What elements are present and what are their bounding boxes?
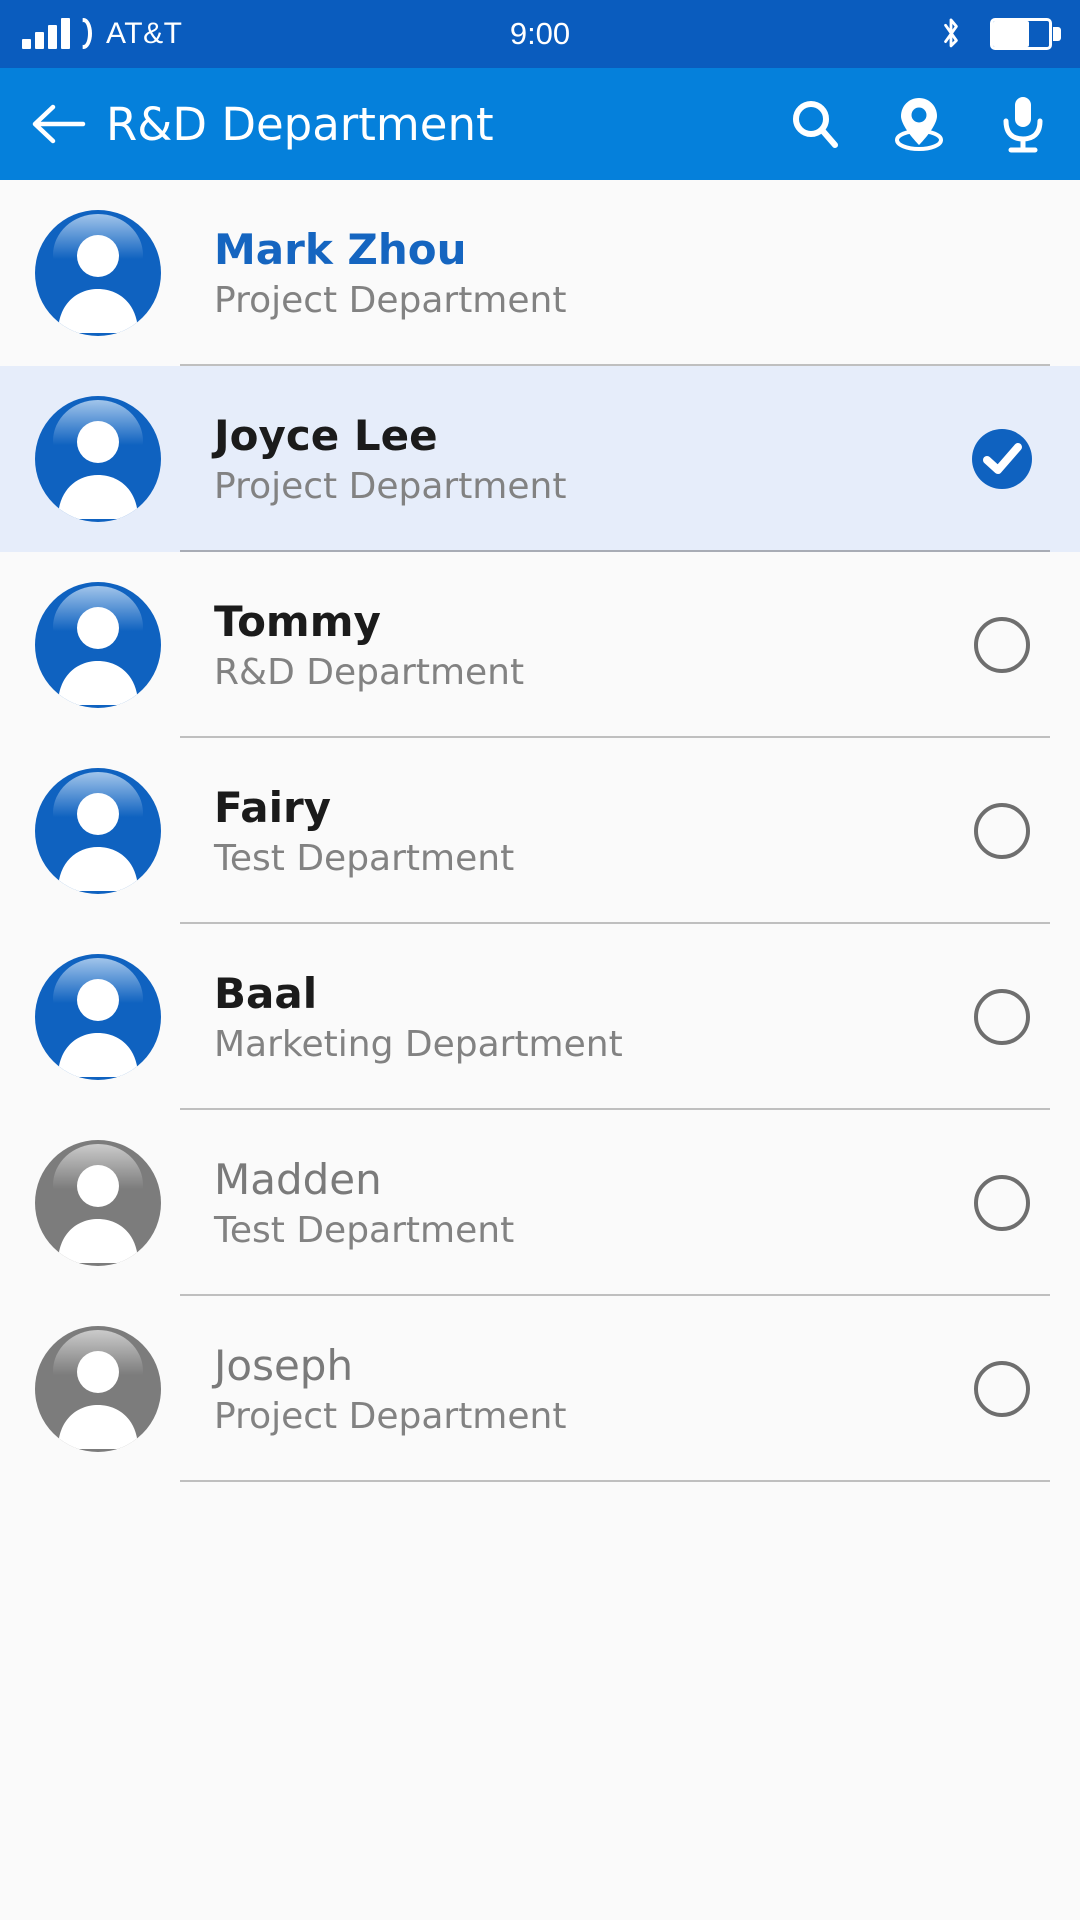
contact-row[interactable]: Joyce Lee Project Department (0, 366, 1080, 552)
contact-row[interactable]: Baal Marketing Department (0, 924, 1080, 1110)
page-title: R&D Department (106, 97, 494, 151)
app-bar: R&D Department (0, 68, 1080, 180)
contact-department: Test Department (214, 837, 515, 879)
selection-checkbox-checked[interactable] (970, 427, 1034, 491)
contact-department: Marketing Department (214, 1023, 623, 1065)
avatar (34, 209, 162, 337)
avatar-image (35, 1140, 161, 1266)
avatar (34, 581, 162, 709)
avatar-image (35, 768, 161, 894)
voice-button[interactable] (992, 93, 1054, 155)
contact-name: Madden (214, 1154, 382, 1204)
contact-text: Joseph Project Department (214, 1342, 970, 1437)
contact-name: Mark Zhou (214, 224, 467, 274)
empty-circle-icon (974, 803, 1030, 859)
back-arrow-icon (32, 104, 86, 144)
battery-icon (990, 18, 1061, 50)
contact-text: Fairy Test Department (214, 784, 970, 879)
avatar-image (35, 210, 161, 336)
contact-name: Joyce Lee (214, 410, 438, 460)
check-circle-icon (972, 429, 1032, 489)
contact-department: R&D Department (214, 651, 525, 693)
contact-row[interactable]: Joseph Project Department (0, 1296, 1080, 1482)
contact-department: Project Department (214, 279, 567, 321)
selection-checkbox-unchecked[interactable] (970, 799, 1034, 863)
contact-text: Tommy R&D Department (214, 598, 970, 693)
contact-name: Joseph (214, 1340, 354, 1390)
avatar-image (35, 396, 161, 522)
avatar (34, 953, 162, 1081)
search-icon (793, 101, 838, 148)
avatar-image (35, 1326, 161, 1452)
microphone-icon (1003, 97, 1043, 153)
empty-circle-icon (974, 1361, 1030, 1417)
contact-name: Tommy (214, 596, 381, 646)
avatar (34, 1325, 162, 1453)
contact-name: Baal (214, 968, 318, 1018)
back-button[interactable] (28, 93, 90, 155)
status-bar-clock: 9:00 (509, 16, 571, 51)
contact-text: Mark Zhou Project Department (214, 226, 970, 321)
contact-department: Project Department (214, 1395, 567, 1437)
empty-circle-icon (974, 989, 1030, 1045)
location-pin-icon (895, 98, 943, 151)
avatar (34, 395, 162, 523)
selection-checkbox-unchecked[interactable] (970, 985, 1034, 1049)
contact-department: Project Department (214, 465, 567, 507)
avatar (34, 1139, 162, 1267)
contact-list: Mark Zhou Project Department Joyce Lee Pro… (0, 180, 1080, 1482)
empty-circle-icon (974, 617, 1030, 673)
app-screen: AT&T 9:00 R&D Department Mark Zhou Proje… (0, 0, 1080, 1920)
contact-row[interactable]: Madden Test Department (0, 1110, 1080, 1296)
location-button[interactable] (888, 93, 950, 155)
selection-checkbox-unchecked[interactable] (970, 613, 1034, 677)
contact-text: Joyce Lee Project Department (214, 412, 970, 507)
avatar-image (35, 582, 161, 708)
avatar-image (35, 954, 161, 1080)
selection-checkbox-unchecked[interactable] (970, 1171, 1034, 1235)
contact-department: Test Department (214, 1209, 515, 1251)
contact-name: Fairy (214, 782, 332, 832)
contact-row[interactable]: Mark Zhou Project Department (0, 180, 1080, 366)
status-bar: AT&T 9:00 (0, 0, 1080, 68)
row-divider (180, 1480, 1050, 1482)
contact-text: Baal Marketing Department (214, 970, 970, 1065)
contact-row[interactable]: Tommy R&D Department (0, 552, 1080, 738)
search-button[interactable] (784, 93, 846, 155)
contact-row[interactable]: Fairy Test Department (0, 738, 1080, 924)
app-bar-actions (784, 93, 1054, 155)
avatar (34, 767, 162, 895)
contact-text: Madden Test Department (214, 1156, 970, 1251)
selection-checkbox-unchecked[interactable] (970, 1357, 1034, 1421)
empty-circle-icon (974, 1175, 1030, 1231)
